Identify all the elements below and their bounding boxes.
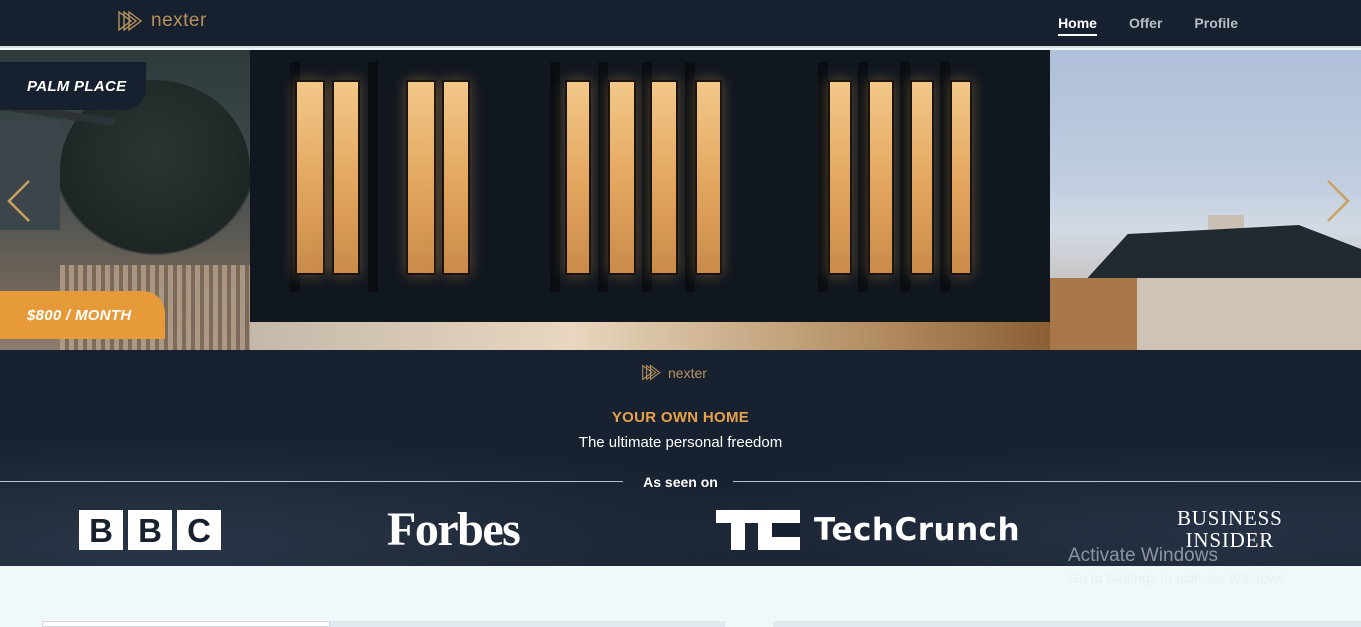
card-preview <box>42 621 330 627</box>
wall-shape <box>1050 278 1361 350</box>
slider-prev-button[interactable] <box>5 178 33 224</box>
header-logo-text: nexter <box>151 10 207 31</box>
card-preview <box>773 621 1361 627</box>
main-nav: Home Offer Profile <box>1058 15 1238 36</box>
intro-subline: The ultimate personal freedom <box>578 434 783 451</box>
windows-activation-watermark: Activate Windows Go to Settings to activ… <box>1068 545 1289 586</box>
facade-base-shape <box>250 322 1050 350</box>
band-logo: nexter <box>641 364 707 381</box>
business-insider-line: BUSINESS <box>1177 506 1283 530</box>
card-preview <box>330 621 725 627</box>
watermark-subtitle: Go to Settings to activate Windows. <box>1068 570 1289 586</box>
property-name-tag: PALM PLACE <box>0 62 146 110</box>
bbc-letter: B <box>128 510 172 550</box>
hero-slider: PALM PLACE $800 / MONTH <box>0 50 1361 350</box>
as-seen-on-label: As seen on <box>643 474 718 490</box>
nav-home[interactable]: Home <box>1058 15 1097 36</box>
watermark-title: Activate Windows <box>1068 545 1218 566</box>
nexter-logo-icon <box>118 10 143 32</box>
band-logo-text: nexter <box>668 364 707 381</box>
nav-profile[interactable]: Profile <box>1194 15 1238 36</box>
slider-next-button[interactable] <box>1324 178 1352 224</box>
nav-offer[interactable]: Offer <box>1129 15 1162 36</box>
bbc-letter: B <box>79 510 123 550</box>
chevron-left-icon <box>7 180 30 222</box>
property-price-tag: $800 / MONTH <box>0 291 165 339</box>
techcrunch-logo: TechCrunch <box>716 510 1020 550</box>
slide-image-main <box>250 50 1050 322</box>
chevron-right-icon <box>1327 180 1350 222</box>
techcrunch-text: TechCrunch <box>814 512 1021 548</box>
top-navigation: nexter Home Offer Profile <box>0 0 1361 48</box>
bbc-letter: C <box>177 510 221 550</box>
press-band: nexter YOUR OWN HOME The ultimate person… <box>0 350 1361 566</box>
bbc-logo: B B C <box>79 510 221 550</box>
techcrunch-mark-icon <box>716 510 800 550</box>
nexter-logo-icon <box>642 364 661 381</box>
header-logo[interactable]: nexter <box>117 10 207 32</box>
intro-headline: YOUR OWN HOME <box>611 409 750 426</box>
forbes-logo: Forbes <box>387 503 521 556</box>
